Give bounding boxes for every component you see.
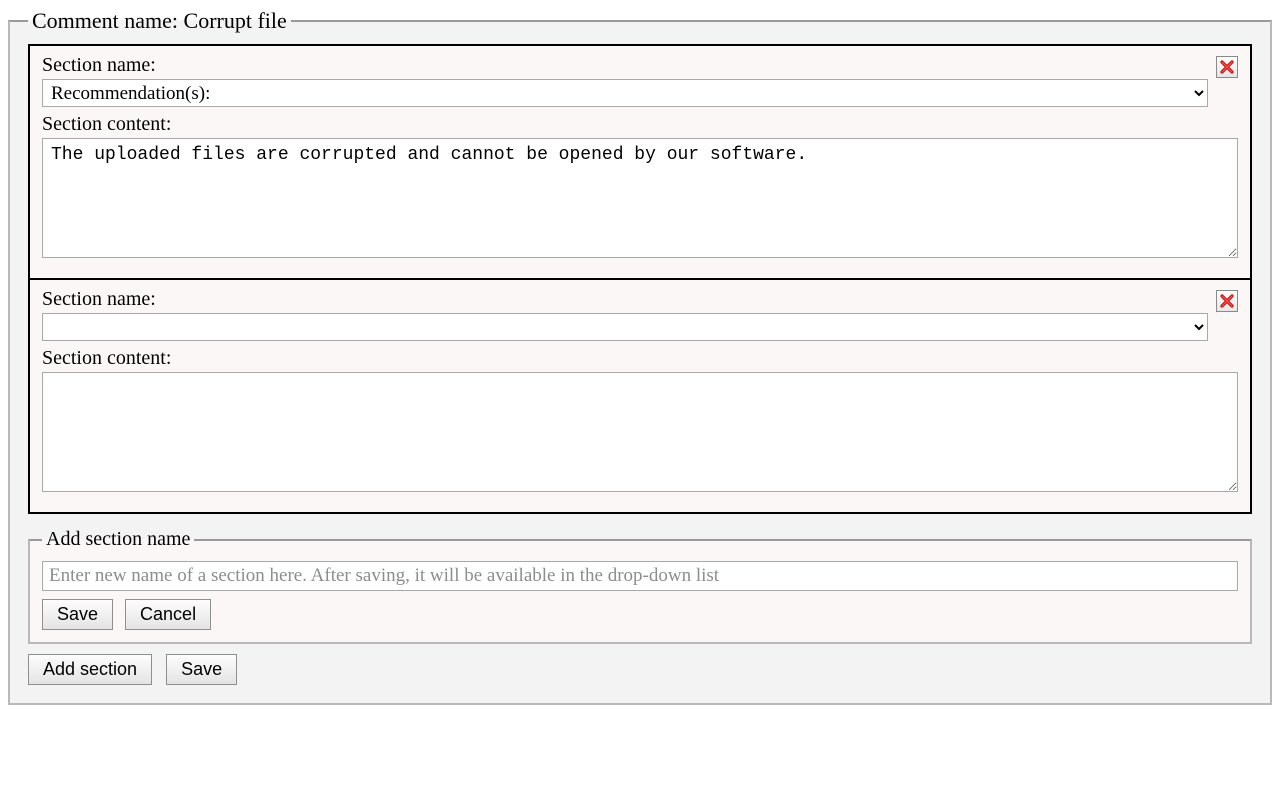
section-name-label: Section name: — [42, 54, 1208, 77]
section-content-label: Section content: — [42, 347, 1238, 370]
section: Section name: Section content: — [30, 278, 1250, 512]
section-content-textarea[interactable] — [42, 138, 1238, 258]
add-section-name-cancel-button[interactable]: Cancel — [125, 599, 211, 630]
section-content-label: Section content: — [42, 113, 1238, 136]
section-name-label: Section name: — [42, 288, 1208, 311]
save-button[interactable]: Save — [166, 654, 237, 685]
section-name-select[interactable] — [42, 313, 1208, 341]
section-content-textarea[interactable] — [42, 372, 1238, 492]
delete-section-button[interactable] — [1216, 56, 1238, 78]
section-name-select[interactable]: Recommendation(s): — [42, 79, 1208, 107]
add-section-name-fieldset: Add section name Save Cancel — [28, 528, 1252, 644]
add-section-name-save-button[interactable]: Save — [42, 599, 113, 630]
legend-prefix: Comment name: — [32, 8, 184, 33]
comment-editor-fieldset: Comment name: Corrupt file Section name:… — [8, 8, 1272, 705]
add-section-button[interactable]: Add section — [28, 654, 152, 685]
comment-editor-legend: Comment name: Corrupt file — [28, 8, 291, 34]
close-icon — [1219, 59, 1235, 75]
section: Section name: Recommendation(s): Section… — [30, 46, 1250, 278]
add-section-name-input[interactable] — [42, 561, 1238, 591]
sections-panel: Section name: Recommendation(s): Section… — [28, 44, 1252, 514]
close-icon — [1219, 293, 1235, 309]
delete-section-button[interactable] — [1216, 290, 1238, 312]
comment-name-value: Corrupt file — [184, 8, 287, 33]
add-section-name-legend: Add section name — [42, 528, 194, 551]
